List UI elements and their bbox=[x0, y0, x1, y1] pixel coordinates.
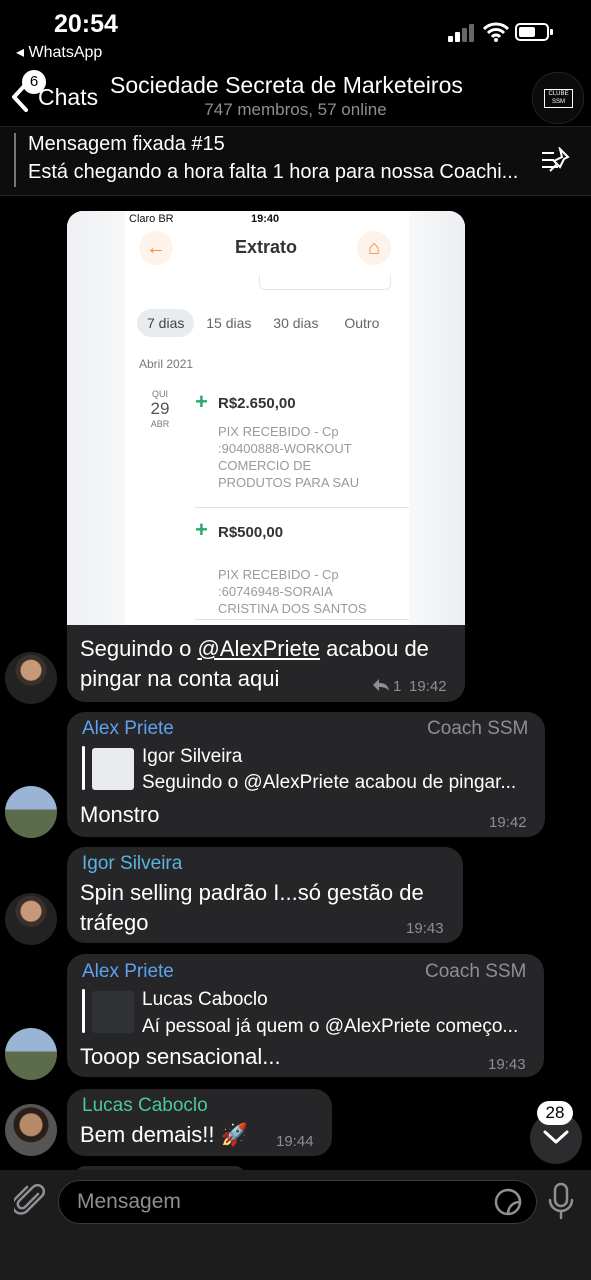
message-time: 19:42 bbox=[489, 814, 527, 831]
clock: 20:54 bbox=[54, 10, 118, 38]
quote-bar bbox=[82, 989, 85, 1033]
divider bbox=[195, 507, 409, 508]
quote-author: Lucas Caboclo bbox=[142, 989, 268, 1010]
message-input[interactable]: Mensagem bbox=[58, 1180, 537, 1224]
divider bbox=[195, 619, 409, 620]
quote-author: Igor Silveira bbox=[142, 746, 243, 767]
pinned-text: Está chegando a hora falta 1 hora para n… bbox=[28, 161, 519, 183]
filter-7-days: 7 dias bbox=[137, 309, 195, 337]
composer: Mensagem bbox=[0, 1170, 591, 1280]
screenshot-phone: Claro BR 19:40 ← Extrato ⌂ 7 dias 15 dia… bbox=[125, 211, 409, 625]
message-time: 19:44 bbox=[276, 1133, 314, 1150]
avatar[interactable] bbox=[5, 1104, 57, 1156]
transaction-amount: R$500,00 bbox=[218, 524, 284, 541]
message-text-part: Seguindo o bbox=[80, 636, 198, 661]
group-title[interactable]: Sociedade Secreta de Marketeiros bbox=[110, 72, 463, 99]
paperclip-icon[interactable] bbox=[14, 1184, 46, 1218]
avatar[interactable] bbox=[5, 652, 57, 704]
month-heading: Abril 2021 bbox=[139, 357, 194, 371]
home-icon: ⌂ bbox=[357, 231, 391, 265]
filter-other: Outro bbox=[344, 315, 380, 331]
image-blur-left bbox=[67, 211, 125, 625]
screenshot-carrier: Claro BR bbox=[129, 213, 174, 225]
transaction-desc: PIX RECEBIDO - Cp :90400888-WORKOUT COME… bbox=[218, 424, 360, 490]
pinned-title: Mensagem fixada #15 bbox=[28, 133, 225, 155]
avatar[interactable] bbox=[5, 1028, 57, 1080]
message-text: Monstro bbox=[80, 802, 160, 827]
chevron-down-icon bbox=[543, 1130, 569, 1144]
avatar-logo-text: CLUBE SSM bbox=[544, 89, 573, 108]
message-text: Spin selling padrão I...só gestão de trá… bbox=[80, 880, 424, 935]
image-blur-right bbox=[409, 211, 465, 625]
pinned-list-icon[interactable] bbox=[540, 147, 572, 175]
microphone-icon[interactable] bbox=[548, 1182, 574, 1220]
message-list[interactable]: Claro BR 19:40 ← Extrato ⌂ 7 dias 15 dia… bbox=[0, 196, 591, 1170]
quote-bar bbox=[82, 746, 85, 790]
quote-text: Aí pessoal já quem o @AlexPriete começo.… bbox=[142, 1016, 519, 1037]
weekday: QUI bbox=[151, 389, 168, 399]
mention-link[interactable]: @AlexPriete bbox=[197, 636, 320, 661]
pinned-indicator bbox=[14, 133, 16, 187]
plus-icon: + bbox=[195, 517, 208, 542]
reply-arrow-icon bbox=[373, 679, 389, 691]
message-time: 19:43 bbox=[406, 920, 444, 937]
transaction-desc: PIX RECEBIDO - Cp :60746948-SORAIA CRIST… bbox=[218, 567, 367, 616]
back-arrow-icon: ← bbox=[139, 231, 173, 265]
message-text: Bem demais!! 🚀 bbox=[80, 1122, 248, 1147]
sender-role: Coach SSM bbox=[427, 718, 529, 739]
group-subtitle: 747 membros, 57 online bbox=[204, 100, 387, 119]
sticker-icon[interactable] bbox=[493, 1187, 523, 1217]
screenshot-title: Extrato bbox=[235, 237, 298, 257]
message-text: Seguindo o @AlexPriete acabou de pingar … bbox=[80, 634, 460, 694]
message-time: 19:42 bbox=[409, 678, 447, 695]
pinned-message-bar[interactable]: Mensagem fixada #15 Está chegando a hora… bbox=[0, 127, 591, 196]
chat-header: 6 Chats Sociedade Secreta de Marketeiros… bbox=[0, 68, 591, 127]
filter-15-days: 15 dias bbox=[206, 315, 252, 331]
status-bar: 20:54 ◂ WhatsApp bbox=[0, 0, 591, 68]
unread-messages-badge: 28 bbox=[537, 1101, 573, 1125]
signal-icon bbox=[448, 24, 474, 42]
sender-role: Coach SSM bbox=[425, 961, 527, 982]
filter-tabs: 7 dias 15 dias 30 dias Outro bbox=[137, 309, 380, 337]
reply-count[interactable]: 1 bbox=[393, 678, 401, 695]
sender-name[interactable]: Lucas Caboclo bbox=[82, 1095, 208, 1117]
message-text: Tooop sensacional... bbox=[80, 1044, 281, 1069]
message-time: 19:43 bbox=[488, 1056, 526, 1073]
transaction-amount: R$2.650,00 bbox=[218, 395, 296, 412]
sender-name[interactable]: Alex Priete bbox=[82, 718, 174, 740]
wifi-icon bbox=[483, 22, 509, 42]
quote-text: Seguindo o @AlexPriete acabou de pingar.… bbox=[142, 772, 517, 793]
date-block: QUI 29 ABR bbox=[143, 389, 177, 429]
filter-30-days: 30 dias bbox=[273, 315, 319, 331]
message-placeholder: Mensagem bbox=[77, 1190, 181, 1213]
battery-icon bbox=[515, 23, 553, 41]
message-image[interactable]: Claro BR 19:40 ← Extrato ⌂ 7 dias 15 dia… bbox=[67, 211, 465, 625]
sender-name[interactable]: Igor Silveira bbox=[82, 853, 182, 875]
plus-icon: + bbox=[195, 389, 208, 414]
day: 29 bbox=[150, 399, 170, 418]
avatar[interactable] bbox=[5, 786, 57, 838]
screenshot-search-stub bbox=[259, 275, 391, 290]
avatar[interactable] bbox=[5, 893, 57, 945]
group-avatar[interactable]: CLUBE SSM bbox=[532, 72, 584, 124]
sender-name[interactable]: Alex Priete bbox=[82, 961, 174, 983]
month-short: ABR bbox=[150, 419, 170, 429]
quote-thumbnail bbox=[92, 991, 134, 1033]
back-to-app-link[interactable]: ◂ WhatsApp bbox=[16, 42, 102, 62]
screenshot-time: 19:40 bbox=[251, 213, 280, 225]
quote-thumbnail bbox=[92, 748, 134, 790]
